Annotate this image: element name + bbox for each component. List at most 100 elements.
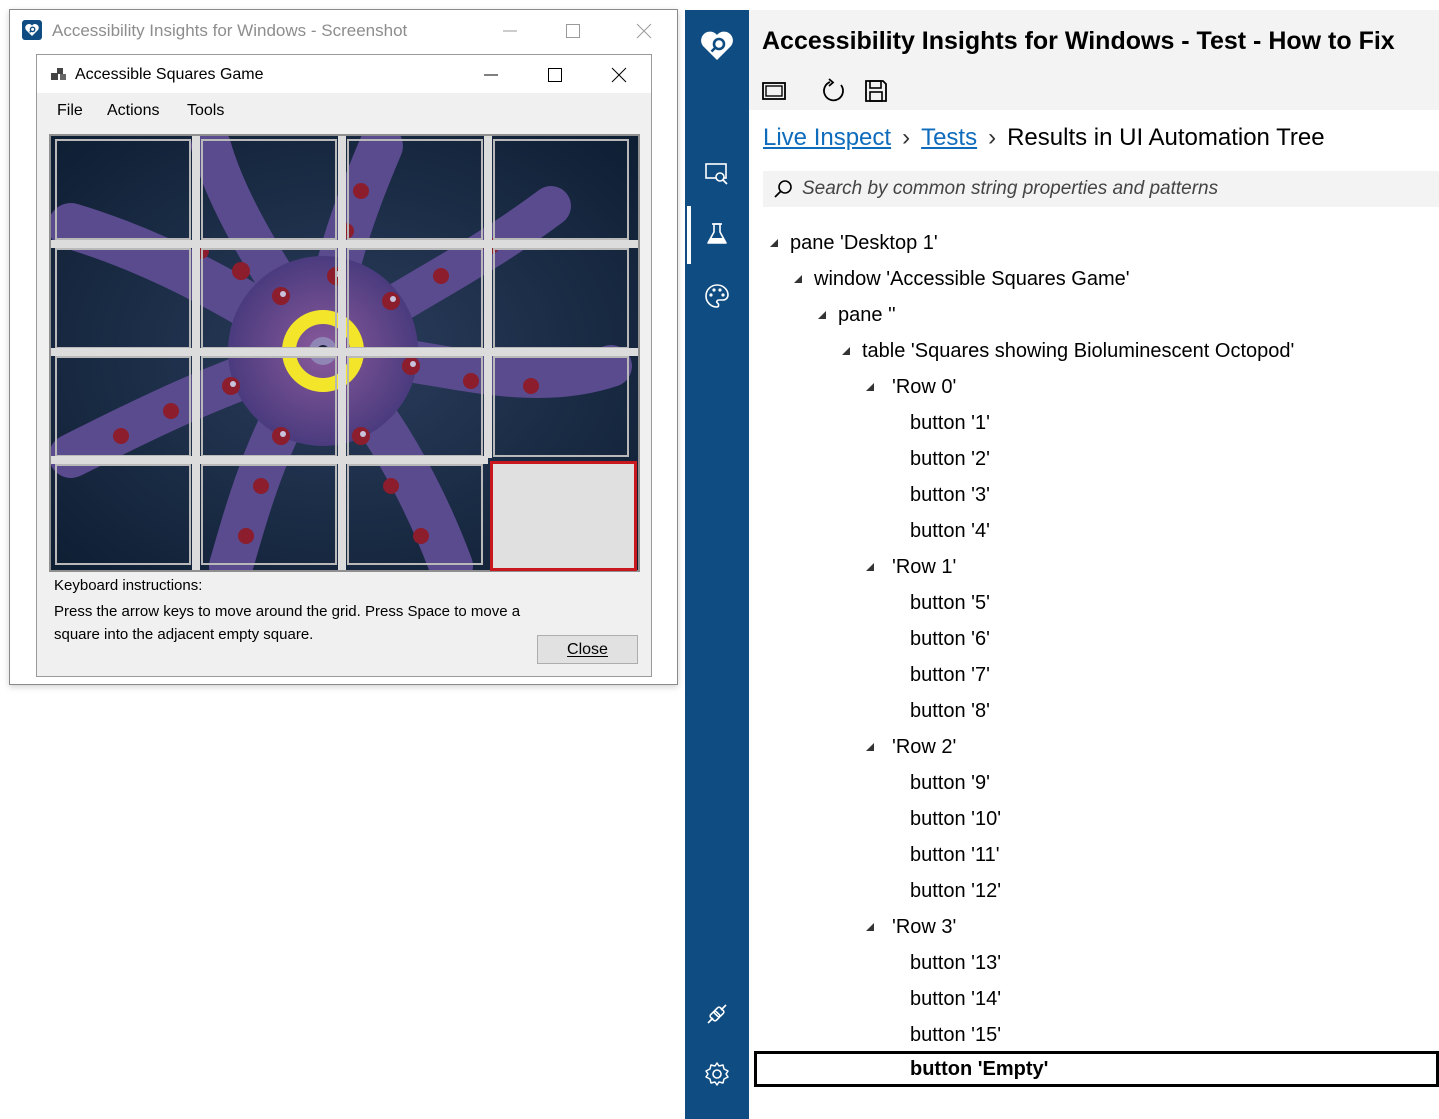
game-window: Accessible Squares Game File Actions Too… [36,54,652,677]
tree-item-label: button '1' [910,412,990,434]
chevron-right-icon: › [988,124,997,151]
square-14[interactable] [201,464,337,565]
tree-item-label: button 'Empty' [910,1058,1049,1080]
square-3[interactable] [347,139,483,240]
tree-item[interactable]: window 'Accessible Squares Game' [763,261,1439,297]
maximize-button[interactable] [550,10,596,52]
tree-item[interactable]: button '4' [763,513,1439,549]
tree-item-label: button '5' [910,592,990,614]
rail-selection-indicator [687,206,691,264]
tree-item[interactable]: button '11' [763,837,1439,873]
tree-item-label: pane 'Desktop 1' [790,232,938,254]
color-palette-icon[interactable] [703,282,731,310]
expanded-caret-icon[interactable] [841,346,851,356]
tree-item-selected[interactable]: button 'Empty' [754,1051,1439,1087]
game-app-icon [51,68,66,80]
breadcrumb: Live Inspect › Tests › Results in UI Automat… [763,124,1325,152]
tree-item[interactable]: button '10' [763,801,1439,837]
expanded-caret-icon[interactable] [793,274,803,284]
tree-item-label: 'Row 0' [892,376,957,398]
tree-item-label: button '9' [910,772,990,794]
navigation-rail [685,10,749,1119]
tree-item-label: 'Row 3' [892,916,957,938]
square-7[interactable] [347,248,483,349]
square-6[interactable] [201,248,337,349]
expanded-caret-icon[interactable] [865,922,875,932]
search-input[interactable]: Search by common string properties and p… [763,171,1439,207]
tree-item[interactable]: button '8' [763,693,1439,729]
tree-item-label: pane '' [838,304,896,326]
close-button[interactable]: Close [537,635,638,664]
tree-item[interactable]: button '1' [763,405,1439,441]
tree-item[interactable]: button '9' [763,765,1439,801]
tree-item[interactable]: 'Row 1' [763,549,1439,585]
expanded-caret-icon[interactable] [865,562,875,572]
keyboard-instructions-heading: Keyboard instructions: [54,577,203,594]
menu-actions[interactable]: Actions [107,102,159,120]
accessibility-insights-app-icon [22,20,42,40]
tree-item[interactable]: button '13' [763,945,1439,981]
tree-item[interactable]: 'Row 0' [763,369,1439,405]
tree-item[interactable]: button '3' [763,477,1439,513]
expanded-caret-icon[interactable] [865,382,875,392]
expanded-caret-icon[interactable] [769,238,779,248]
refresh-icon[interactable] [821,78,847,104]
tree-item-label: button '12' [910,880,1002,902]
settings-icon[interactable] [703,1060,731,1088]
square-1[interactable] [55,139,191,240]
game-maximize-button[interactable] [531,55,577,93]
tree-item-label: button '13' [910,952,1002,974]
game-close-window-button[interactable] [595,55,641,93]
tree-item[interactable]: button '6' [763,621,1439,657]
square-9[interactable] [55,356,191,457]
square-15[interactable] [347,464,483,565]
tree-item[interactable]: pane 'Desktop 1' [763,225,1439,261]
connection-icon[interactable] [703,1000,731,1028]
square-13[interactable] [55,464,191,565]
tree-item[interactable]: 'Row 2' [763,729,1439,765]
square-2[interactable] [201,139,337,240]
window-icon[interactable] [761,78,787,104]
square-8[interactable] [493,248,629,349]
square-5[interactable] [55,248,191,349]
tree-item[interactable]: button '7' [763,657,1439,693]
app-header: Accessibility Insights for Windows - Tes… [749,10,1439,110]
menu-tools[interactable]: Tools [187,102,224,120]
square-4[interactable] [493,139,629,240]
square-12[interactable] [493,356,629,457]
screenshot-window-title: Accessibility Insights for Windows - Scr… [52,21,408,40]
tree-item-label: button '6' [910,628,990,650]
screenshot-window: Accessibility Insights for Windows - Scr… [9,9,678,685]
tree-item-label: button '4' [910,520,990,542]
close-button-label: Close [567,641,608,658]
game-window-title: Accessible Squares Game [75,66,264,83]
tree-item-label: button '15' [910,1024,1002,1046]
expanded-caret-icon[interactable] [865,742,875,752]
menu-file[interactable]: File [57,102,83,120]
expanded-caret-icon[interactable] [817,310,827,320]
chevron-right-icon: › [902,124,911,151]
breadcrumb-tests[interactable]: Tests [921,124,977,151]
game-minimize-button[interactable] [467,55,513,93]
tree-item[interactable]: table 'Squares showing Bioluminescent Oc… [763,333,1439,369]
breadcrumb-live-inspect[interactable]: Live Inspect [763,124,891,151]
tree-item[interactable]: 'Row 3' [763,909,1439,945]
square-10[interactable] [201,356,337,457]
screenshot-titlebar: Accessibility Insights for Windows - Scr… [10,10,677,52]
close-window-button[interactable] [621,10,667,52]
tree-item-label: button '8' [910,700,990,722]
tree-item[interactable]: button '5' [763,585,1439,621]
tree-item-label: button '10' [910,808,1002,830]
square-11[interactable] [347,356,483,457]
test-flask-icon[interactable] [703,220,731,248]
save-icon[interactable] [863,78,889,104]
tree-item-label: 'Row 2' [892,736,957,758]
tree-item[interactable]: button '14' [763,981,1439,1017]
square-empty[interactable] [490,461,637,571]
inspect-icon[interactable] [703,160,731,188]
tree-item[interactable]: button '15' [763,1017,1439,1053]
tree-item[interactable]: button '2' [763,441,1439,477]
minimize-button[interactable] [487,10,533,52]
tree-item[interactable]: button '12' [763,873,1439,909]
tree-item[interactable]: pane '' [763,297,1439,333]
